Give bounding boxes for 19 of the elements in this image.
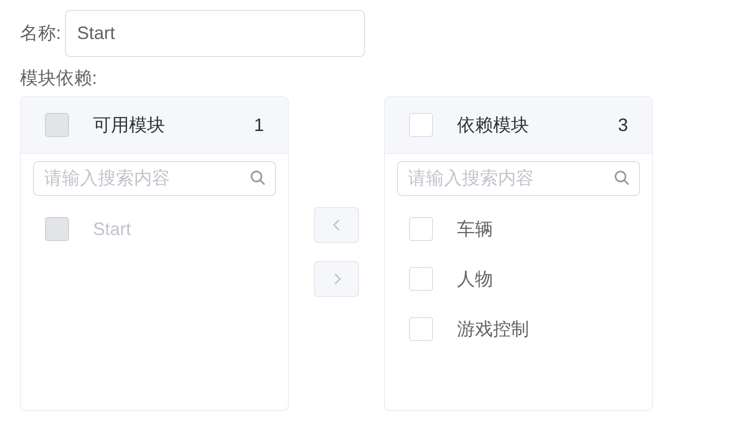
- section-label: 模块依赖:: [20, 67, 98, 90]
- select-all-checkbox[interactable]: [409, 113, 433, 137]
- name-input[interactable]: Start: [65, 10, 366, 57]
- checkbox[interactable]: [409, 217, 433, 241]
- field-label: 名称:: [20, 22, 62, 45]
- item-label: 人物: [457, 268, 493, 290]
- search-icon: [614, 170, 630, 186]
- item-label: Start: [93, 218, 132, 240]
- checkbox[interactable]: [409, 317, 433, 341]
- search-field[interactable]: 请输入搜索内容: [33, 161, 276, 196]
- search-field[interactable]: 请输入搜索内容: [397, 161, 640, 196]
- search-icon: [250, 170, 266, 186]
- panel-title: 可用模块: [93, 114, 166, 136]
- item-label: 车辆: [457, 218, 493, 240]
- item-label: 游戏控制: [457, 318, 529, 340]
- checkbox[interactable]: [409, 267, 433, 291]
- panel-title: 依赖模块: [457, 114, 530, 136]
- item-count: 3: [618, 114, 628, 136]
- item-count: 1: [254, 114, 264, 136]
